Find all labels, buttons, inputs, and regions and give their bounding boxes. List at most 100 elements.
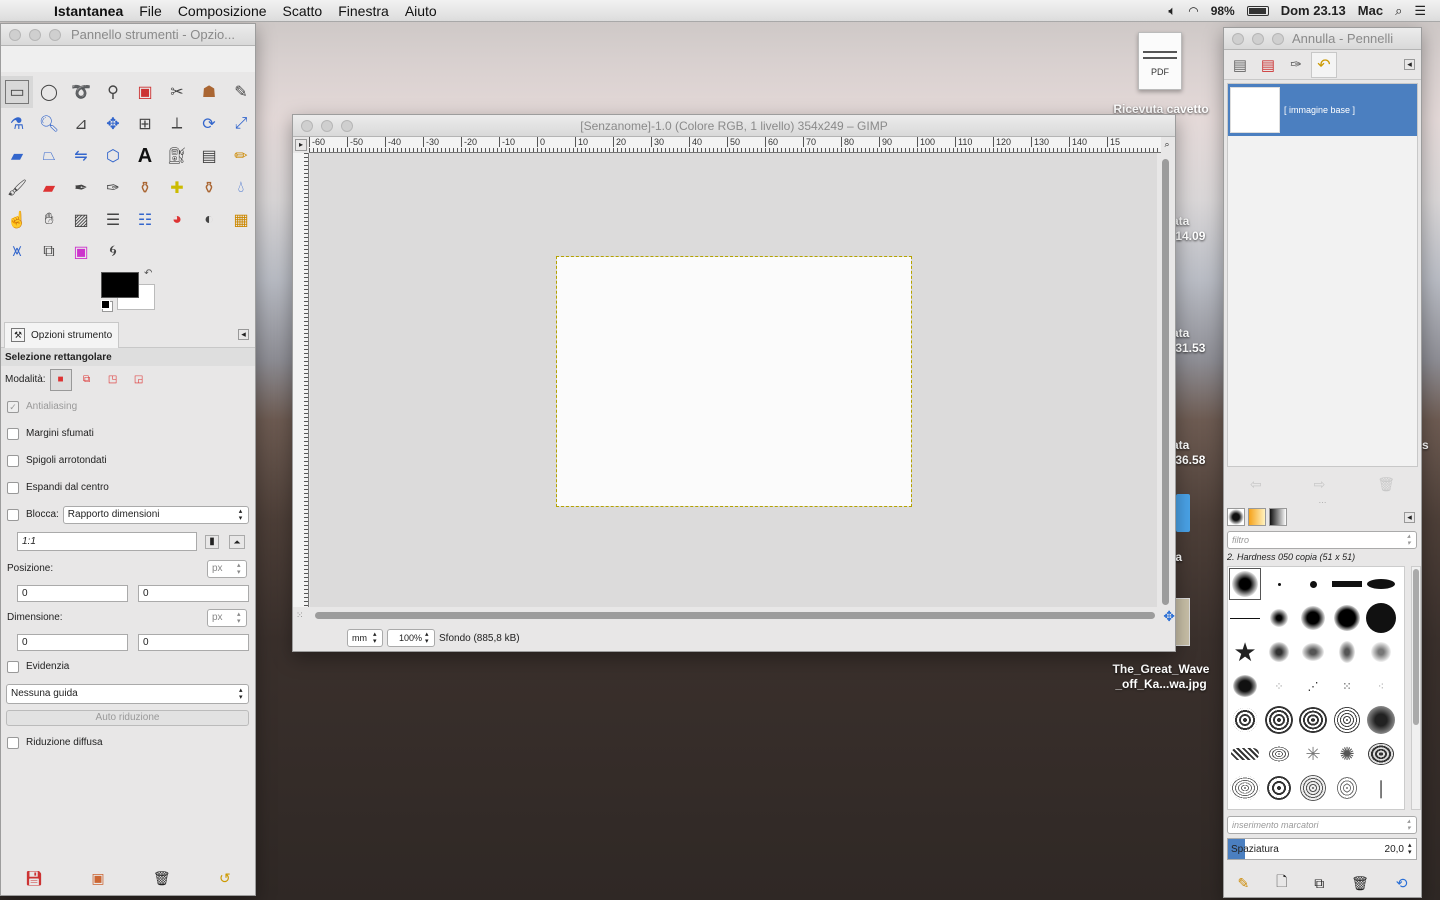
spacing-stepper-icon[interactable]: ▴▾ bbox=[1408, 842, 1414, 856]
guides-select[interactable]: Nessuna guida bbox=[6, 683, 249, 704]
rect-select-icon[interactable]: ▭ bbox=[1, 76, 33, 108]
vertical-ruler[interactable] bbox=[293, 153, 309, 607]
user-name[interactable]: Mac bbox=[1358, 3, 1383, 18]
portrait-landscape-icon[interactable]: ⏶ bbox=[229, 534, 245, 549]
brush-item[interactable]: ⁖ bbox=[1364, 669, 1398, 703]
rounded-row[interactable]: Spigoli arrotondati bbox=[1, 447, 255, 474]
unit-select[interactable]: mm bbox=[347, 629, 383, 647]
feather-row[interactable]: Margini sfumati bbox=[1, 420, 255, 447]
desktop-file-2-label[interactable]: ata .31.53 bbox=[1172, 326, 1205, 356]
zoom-fit-corner-icon[interactable]: ⌕ bbox=[1161, 139, 1173, 151]
canvas-area[interactable] bbox=[310, 153, 1157, 607]
scissors-icon[interactable]: ✂ bbox=[161, 76, 193, 108]
mode-replace-icon[interactable]: ■ bbox=[49, 368, 72, 391]
paintbrush-icon[interactable]: 🖌︎ bbox=[1, 172, 33, 204]
posterize-icon[interactable]: ⧉ bbox=[33, 236, 65, 268]
tab-gradients[interactable] bbox=[1269, 508, 1287, 526]
crop-icon[interactable]: ⟂ bbox=[161, 108, 193, 140]
align-icon[interactable]: ⊞ bbox=[129, 108, 161, 140]
minimize-button[interactable] bbox=[321, 119, 333, 132]
tab-paths[interactable]: ✑ bbox=[1283, 52, 1309, 78]
tab-tool-options[interactable]: ⚒ Opzioni strumento bbox=[4, 321, 120, 348]
clone-icon[interactable]: ⚱ bbox=[129, 172, 161, 204]
measure-icon[interactable]: ⊿ bbox=[65, 108, 97, 140]
color-select-icon[interactable]: ▣ bbox=[129, 76, 161, 108]
dock-menu-icon[interactable]: ◂ bbox=[1404, 59, 1415, 70]
brush-item[interactable]: ❘ bbox=[1364, 771, 1398, 805]
close-button[interactable] bbox=[9, 28, 21, 41]
horizontal-ruler[interactable]: -60 -50 -40 -30 -20 -10 0 10 20 30 40 50… bbox=[309, 137, 1161, 153]
tab-layers[interactable]: ▤ bbox=[1227, 52, 1253, 78]
new-brush-icon[interactable]: 🗋︎ bbox=[1276, 871, 1287, 895]
minimize-button[interactable] bbox=[29, 28, 41, 41]
brush-item[interactable] bbox=[1296, 703, 1330, 737]
paths-icon[interactable]: ✎ bbox=[225, 76, 257, 108]
edit-brush-icon[interactable]: ✎ bbox=[1237, 875, 1249, 892]
brightness-contrast-icon[interactable]: ◕ bbox=[161, 204, 193, 236]
tag-input[interactable]: inserimento marcatori bbox=[1227, 816, 1417, 834]
zoom-button[interactable] bbox=[341, 119, 353, 132]
spotlight-search-icon[interactable]: ⌕ bbox=[1395, 3, 1402, 19]
volume-icon[interactable]: 🔈︎ bbox=[1168, 3, 1176, 19]
eraser-icon[interactable]: ▰ bbox=[33, 172, 65, 204]
brush-item[interactable] bbox=[1330, 635, 1364, 669]
levels-icon[interactable]: ▦ bbox=[225, 204, 257, 236]
size-unit-select[interactable]: px bbox=[207, 608, 247, 627]
desktop-file-3-label[interactable]: ata .36.58 bbox=[1172, 438, 1205, 468]
position-unit-select[interactable]: px bbox=[207, 559, 247, 578]
zoom-tool-icon[interactable]: 🔍︎ bbox=[33, 108, 65, 140]
brush-item[interactable] bbox=[1364, 703, 1398, 737]
lock-checkbox[interactable] bbox=[7, 508, 19, 521]
color-balance-icon[interactable]: ▨ bbox=[65, 204, 97, 236]
clock[interactable]: Dom 23.13 bbox=[1281, 3, 1346, 18]
brush-item[interactable] bbox=[1296, 567, 1330, 601]
cage-transform-icon[interactable]: ⬡ bbox=[97, 140, 129, 172]
brush-item[interactable] bbox=[1364, 737, 1398, 771]
menu-finestra[interactable]: Finestra bbox=[330, 3, 397, 19]
lasso-icon[interactable]: ➰ bbox=[65, 76, 97, 108]
rounded-checkbox[interactable] bbox=[7, 454, 19, 467]
color-mapping-icon[interactable]: ▣ bbox=[65, 236, 97, 268]
brush-item[interactable] bbox=[1262, 601, 1296, 635]
brush-item[interactable] bbox=[1364, 601, 1398, 635]
feather-checkbox[interactable] bbox=[7, 427, 19, 440]
undo-item-base-image[interactable]: [ immagine base ] bbox=[1228, 84, 1417, 136]
zoom-select[interactable]: 100% bbox=[387, 629, 435, 647]
brush-item[interactable]: ⁘ bbox=[1262, 669, 1296, 703]
desktop-wave-thumbnail[interactable] bbox=[1174, 598, 1190, 646]
dock-menu-icon[interactable]: ◂ bbox=[1404, 511, 1415, 523]
tab-brushes[interactable] bbox=[1227, 508, 1245, 526]
brush-item[interactable] bbox=[1330, 771, 1364, 805]
wifi-icon[interactable]: ◠ bbox=[1188, 4, 1198, 18]
panel-menu-icon[interactable]: ◂ bbox=[238, 329, 249, 340]
image-canvas[interactable] bbox=[556, 256, 912, 507]
brush-item[interactable]: ⁙ bbox=[1330, 669, 1364, 703]
brush-item[interactable] bbox=[1228, 703, 1262, 737]
mode-subtract-icon[interactable]: ◳ bbox=[102, 369, 124, 391]
spacing-row[interactable]: Spaziatura 20,0 ▴▾ bbox=[1227, 838, 1417, 860]
menu-scatto[interactable]: Scatto bbox=[275, 3, 331, 19]
perspective-icon[interactable]: ⏢ bbox=[33, 140, 65, 172]
zoom-button[interactable] bbox=[49, 28, 61, 41]
toolbox-titlebar[interactable]: Pannello strumenti - Opzio... bbox=[1, 24, 255, 46]
undo-icon[interactable]: ⇦ bbox=[1250, 476, 1262, 493]
menu-file[interactable]: File bbox=[131, 3, 170, 19]
foreground-color-swatch[interactable] bbox=[101, 272, 139, 298]
brush-item[interactable] bbox=[1330, 703, 1364, 737]
brush-scroll-thumb[interactable] bbox=[1413, 569, 1419, 725]
close-button[interactable] bbox=[1232, 32, 1244, 45]
brush-item[interactable]: ✺ bbox=[1330, 737, 1364, 771]
toggle-mask-icon[interactable]: ⁙ bbox=[296, 610, 304, 621]
smudge-icon[interactable]: ☝ bbox=[1, 204, 33, 236]
zoom-button[interactable] bbox=[1272, 32, 1284, 45]
horizontal-scrollbar[interactable] bbox=[315, 612, 1155, 619]
brush-item[interactable] bbox=[1296, 771, 1330, 805]
reset-options-icon[interactable]: ↺ bbox=[219, 870, 231, 887]
vertical-scrollbar[interactable] bbox=[1162, 159, 1169, 605]
pencil-icon[interactable]: ✏ bbox=[225, 140, 257, 172]
brush-item[interactable] bbox=[1262, 567, 1296, 601]
refresh-brushes-icon[interactable]: ⟲ bbox=[1396, 875, 1408, 892]
lock-select[interactable]: Rapporto dimensioni bbox=[62, 505, 249, 524]
expand-row[interactable]: Espandi dal centro bbox=[1, 474, 255, 501]
airbrush-icon[interactable]: ✒ bbox=[65, 172, 97, 204]
